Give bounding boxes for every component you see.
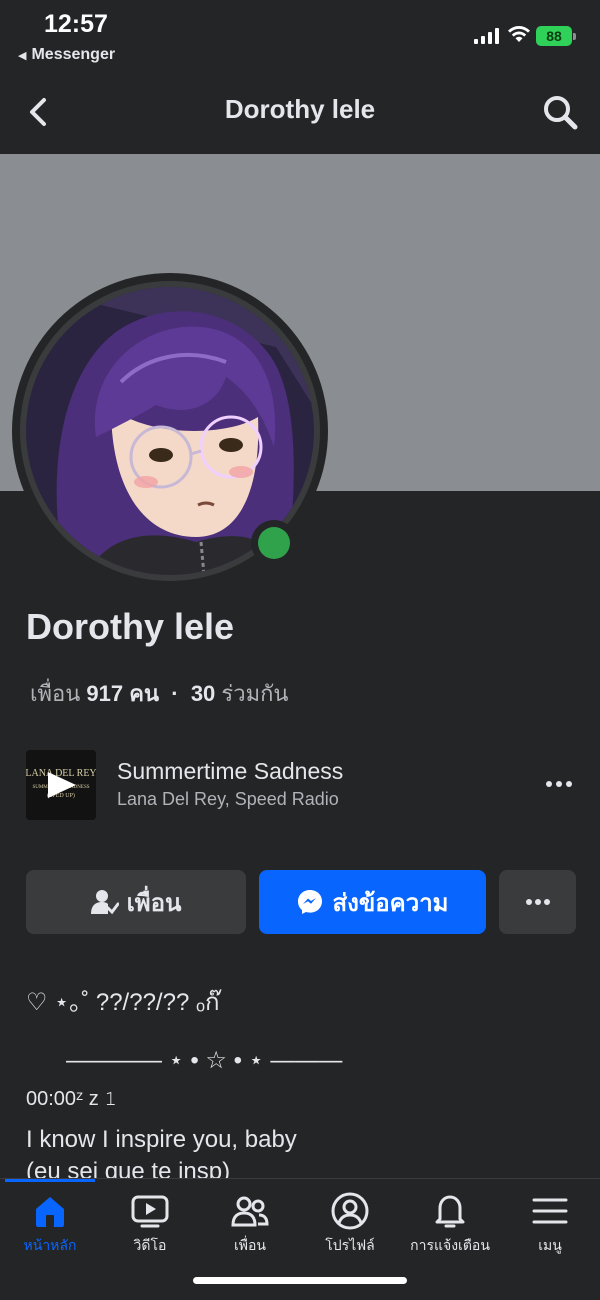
tab-video-label: วิดีโอ	[133, 1237, 167, 1253]
tab-menu[interactable]: เมนู	[500, 1189, 600, 1259]
tab-menu-label: เมนู	[538, 1237, 562, 1253]
status-bar: 12:57 ◀ Messenger 88	[0, 0, 600, 72]
page-title: Dorothy lele	[224, 94, 376, 124]
profile-icon	[331, 1192, 369, 1230]
ellipsis-icon	[525, 899, 550, 905]
online-status-dot	[251, 520, 297, 566]
bio-line: I know I inspire you, baby	[26, 1126, 297, 1153]
album-art[interactable]: LANA DEL REY SUMMERTIME SADNESS (SPED UP…	[26, 750, 96, 820]
friends-icon	[231, 1196, 269, 1227]
send-message-label: ส่งข้อความ	[332, 889, 449, 917]
bio-line: ♡ ⋆｡˚ ??/??/?? ₒ⁠ก๊	[26, 989, 220, 1016]
more-options-icon[interactable]	[544, 774, 574, 794]
back-arrow-icon[interactable]	[24, 94, 54, 130]
tab-profile-label: โปรไฟล์	[325, 1237, 375, 1253]
cellular-signal-icon	[474, 28, 500, 44]
top-nav-bar: Dorothy lele	[0, 72, 600, 155]
tab-home[interactable]: หน้าหลัก	[0, 1189, 100, 1259]
song-title[interactable]: Summertime Sadness	[117, 758, 343, 785]
tab-profile[interactable]: โปรไฟล์	[300, 1189, 400, 1259]
search-icon[interactable]	[540, 92, 580, 132]
menu-icon	[532, 1198, 568, 1224]
tab-video[interactable]: วิดีโอ	[100, 1189, 200, 1259]
album-cover-image: LANA DEL REY SUMMERTIME SADNESS (SPED UP…	[26, 750, 96, 820]
send-message-button[interactable]: ส่งข้อความ	[259, 870, 486, 934]
home-icon	[36, 1197, 64, 1227]
home-indicator	[193, 1277, 407, 1284]
tab-home-label: หน้าหลัก	[23, 1237, 77, 1253]
tab-notifications[interactable]: การแจ้งเตือน	[400, 1189, 500, 1259]
tab-friends-label: เพื่อน	[234, 1237, 266, 1253]
friends-button[interactable]: เพื่อน	[26, 870, 246, 934]
wifi-icon	[508, 26, 530, 42]
back-to-app-link[interactable]: ◀ Messenger	[18, 46, 115, 64]
tab-friends[interactable]: เพื่อน	[200, 1189, 300, 1259]
friends-label: เพื่อน	[30, 681, 81, 706]
back-triangle-icon: ◀	[18, 50, 27, 62]
more-actions-button[interactable]	[499, 870, 576, 934]
mutual-label: ร่วมกัน	[221, 681, 289, 706]
song-artist: Lana Del Rey, Speed Radio	[117, 789, 339, 809]
friends-count-line[interactable]: เพื่อน 917 คน · 30 ร่วมกัน	[30, 676, 288, 711]
friends-button-label: เพื่อน	[126, 889, 182, 917]
bell-icon	[435, 1195, 465, 1228]
bio-line: 00:00ᶻ z 𝟷	[26, 1088, 118, 1110]
status-time: 12:57	[44, 10, 108, 38]
battery-indicator: 88	[536, 26, 576, 46]
mutual-count: 30	[190, 681, 216, 706]
active-tab-indicator	[5, 1179, 95, 1182]
messenger-icon	[298, 890, 323, 914]
back-app-label: Messenger	[31, 46, 116, 63]
friends-count: 917	[86, 681, 124, 706]
bio-divider-line: ———— ⋆ • ☆ • ⋆ ———	[66, 1047, 343, 1074]
friends-unit: คน	[129, 681, 160, 706]
album-art-text-1: LANA DEL REY	[26, 768, 96, 779]
profile-name: Dorothy lele	[26, 606, 235, 647]
separator-dot: ·	[171, 681, 179, 706]
tab-notifications-label: การแจ้งเตือน	[410, 1237, 490, 1253]
friend-check-icon	[90, 890, 119, 915]
video-icon	[131, 1195, 169, 1228]
